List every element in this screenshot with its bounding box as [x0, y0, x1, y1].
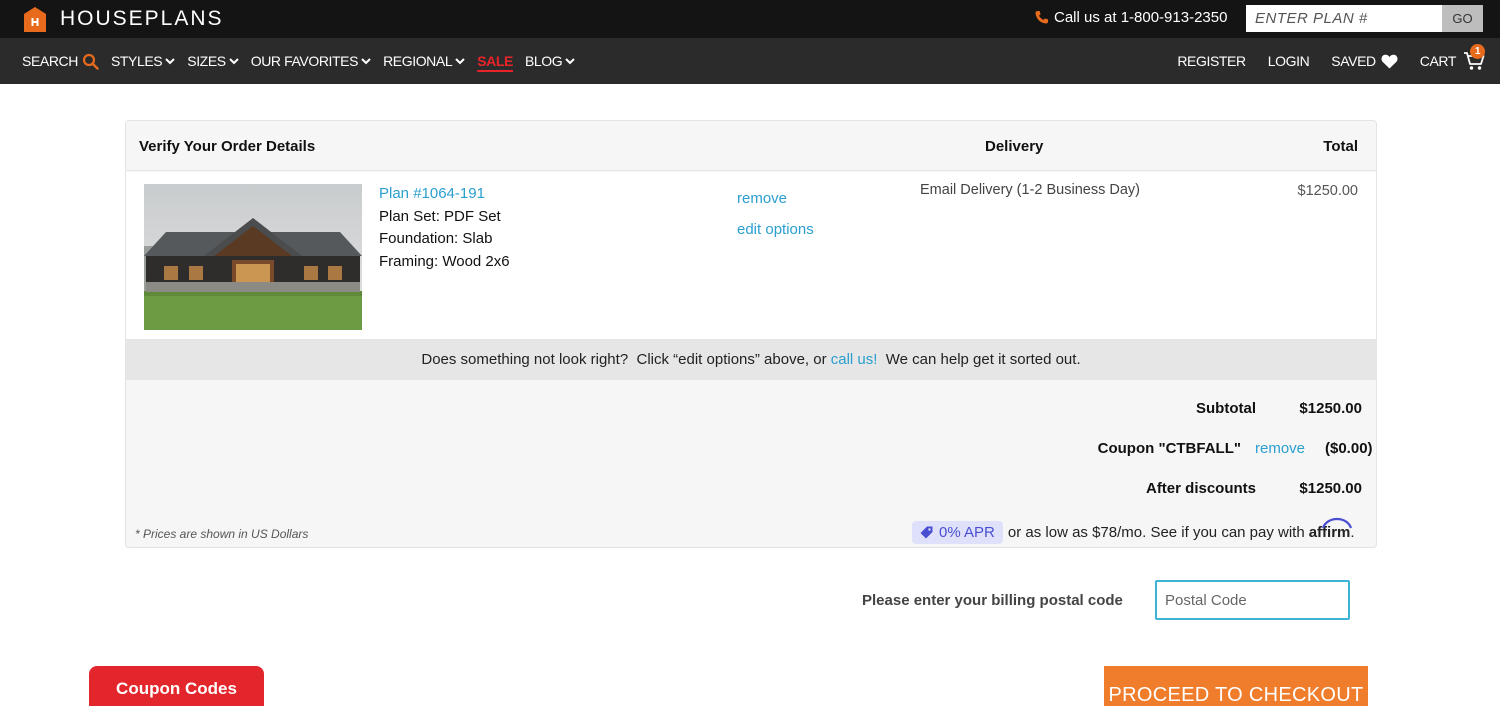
- plan-number-input[interactable]: [1246, 5, 1442, 32]
- house-logo-icon: [24, 6, 46, 32]
- top-bar: HOUSEPLANS Call us at 1-800-913-2350 GO: [0, 0, 1500, 38]
- coupon-codes-button[interactable]: Coupon Codes: [89, 666, 264, 706]
- plan-details: Plan #1064-191 Plan Set: PDF Set Foundat…: [379, 183, 510, 273]
- coupon-discount-value: ($0.00): [1325, 440, 1373, 457]
- search-icon: [82, 53, 99, 70]
- total-column-header: Total: [1323, 138, 1358, 155]
- affirm-logo: affirm: [1309, 517, 1352, 541]
- plan-framing: Framing: Wood 2x6: [379, 252, 510, 270]
- order-item-row: Plan #1064-191 Plan Set: PDF Set Foundat…: [126, 172, 1376, 339]
- remove-coupon-link[interactable]: remove: [1255, 440, 1325, 457]
- postal-code-input[interactable]: [1155, 580, 1350, 620]
- coupon-label: Coupon "CTBFALL": [1097, 440, 1241, 457]
- delivery-column-header: Delivery: [985, 138, 1044, 155]
- affirm-arc-icon: [1321, 517, 1352, 529]
- item-price: $1250.00: [1297, 183, 1358, 199]
- item-actions: remove edit options: [737, 183, 814, 245]
- call-us-text: Call us at 1-800-913-2350: [1054, 9, 1228, 26]
- go-button[interactable]: GO: [1442, 5, 1483, 32]
- subtotal-label: Subtotal: [1196, 400, 1256, 417]
- order-header: Verify Your Order Details Delivery Total: [126, 121, 1376, 171]
- brand-name: HOUSEPLANS: [60, 7, 224, 30]
- nav-styles[interactable]: STYLES: [111, 53, 175, 69]
- nav-regional-label: REGIONAL: [383, 53, 453, 69]
- remove-item-link[interactable]: remove: [737, 183, 814, 214]
- house-image: [144, 184, 362, 330]
- chevron-down-icon: [565, 57, 575, 64]
- affirm-financing[interactable]: 0% APR or as low as $78/mo. See if you c…: [912, 517, 1355, 544]
- apr-badge: 0% APR: [912, 521, 1003, 544]
- nav-left: SEARCH STYLES SIZES OUR FAVORITES REGION…: [22, 38, 587, 84]
- help-text-after: We can help get it sorted out.: [877, 351, 1081, 368]
- site-logo[interactable]: HOUSEPLANS: [24, 6, 224, 32]
- nav-search-label: SEARCH: [22, 53, 78, 69]
- after-discounts-value: $1250.00: [1299, 480, 1362, 497]
- edit-options-link[interactable]: edit options: [737, 214, 814, 245]
- nav-regional[interactable]: REGIONAL: [383, 53, 465, 69]
- nav-sizes[interactable]: SIZES: [187, 53, 239, 69]
- currency-note: * Prices are shown in US Dollars: [135, 527, 309, 541]
- nav-saved-label: SAVED: [1331, 53, 1376, 69]
- nav-sizes-label: SIZES: [187, 53, 226, 69]
- chevron-down-icon: [455, 57, 465, 64]
- nav-saved[interactable]: SAVED: [1331, 53, 1398, 69]
- chevron-down-icon: [361, 57, 371, 64]
- chevron-down-icon: [165, 57, 175, 64]
- help-bar: Does something not look right? Click “ed…: [126, 339, 1376, 380]
- plan-link[interactable]: Plan #1064-191: [379, 183, 510, 206]
- chevron-down-icon: [229, 57, 239, 64]
- help-text-before: Does something not look right? Click “ed…: [421, 351, 831, 368]
- nav-right: REGISTER LOGIN SAVED CART 1: [1155, 38, 1485, 84]
- call-us[interactable]: Call us at 1-800-913-2350: [1034, 9, 1227, 26]
- nav-sale[interactable]: SALE: [477, 53, 513, 69]
- after-discounts-row: After discounts $1250.00: [1146, 480, 1362, 497]
- billing-postal-label: Please enter your billing postal code: [862, 592, 1123, 609]
- apr-text: 0% APR: [939, 524, 995, 541]
- subtotal-row: Subtotal $1250.00: [1196, 400, 1362, 417]
- nav-blog[interactable]: BLOG: [525, 53, 575, 69]
- coupon-row: Coupon "CTBFALL" remove ($0.00): [1097, 440, 1373, 457]
- nav-blog-label: BLOG: [524, 53, 563, 69]
- nav-our-favorites[interactable]: OUR FAVORITES: [251, 53, 371, 69]
- plan-search: GO: [1246, 5, 1483, 32]
- cart-count-badge: 1: [1470, 44, 1485, 59]
- nav-styles-label: STYLES: [110, 53, 163, 69]
- after-discounts-label: After discounts: [1145, 480, 1256, 497]
- call-us-link[interactable]: call us!: [831, 351, 878, 368]
- nav-search[interactable]: SEARCH: [22, 53, 99, 70]
- phone-icon: [1035, 10, 1049, 24]
- tag-icon: [920, 526, 933, 539]
- nav-login[interactable]: LOGIN: [1268, 53, 1310, 69]
- delivery-method: Email Delivery (1-2 Business Day): [920, 182, 1140, 198]
- nav-cart[interactable]: CART 1: [1419, 44, 1485, 71]
- affirm-text: or as low as $78/mo. See if you can pay …: [1007, 524, 1305, 541]
- heart-icon: [1381, 54, 1398, 68]
- cart-icon: 1: [1460, 44, 1485, 71]
- plan-foundation: Foundation: Slab: [379, 230, 493, 247]
- main-nav: SEARCH STYLES SIZES OUR FAVORITES REGION…: [0, 38, 1500, 84]
- nav-our-favorites-label: OUR FAVORITES: [250, 53, 359, 69]
- order-title: Verify Your Order Details: [139, 138, 316, 155]
- nav-register[interactable]: REGISTER: [1177, 53, 1246, 69]
- plan-thumbnail[interactable]: [144, 184, 362, 330]
- subtotal-value: $1250.00: [1299, 400, 1362, 417]
- plan-set: Plan Set: PDF Set: [379, 207, 501, 225]
- proceed-to-checkout-button[interactable]: PROCEED TO CHECKOUT: [1104, 666, 1368, 706]
- nav-cart-label: CART: [1419, 53, 1457, 69]
- order-panel: Verify Your Order Details Delivery Total: [125, 120, 1377, 548]
